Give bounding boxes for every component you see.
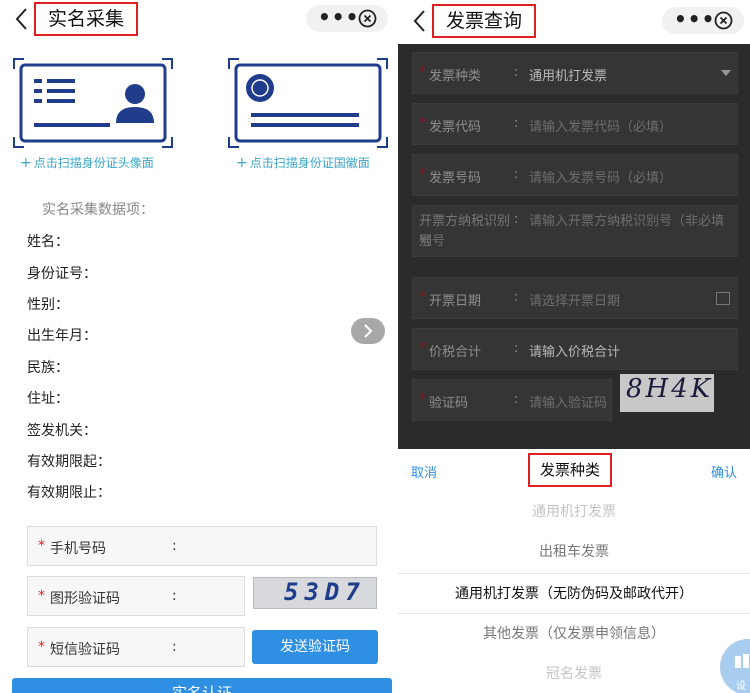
id-card-portrait-icon[interactable] bbox=[12, 57, 174, 149]
verify-submit-button[interactable]: 实名认证 bbox=[12, 678, 392, 693]
invoice-code-input[interactable]: * 发票代码 : 请输入发票代码（必填） bbox=[412, 103, 738, 145]
info-row: 身份证号： bbox=[27, 266, 97, 282]
seller-taxid-input[interactable]: 开票方纳税识别号 : 请输入开票方纳税识别号（非必填 别号 bbox=[412, 205, 738, 257]
picker-title: 发票种类 bbox=[528, 453, 613, 487]
info-row: 姓名： bbox=[27, 234, 69, 250]
nav-bar: 实名采集 ••• bbox=[0, 0, 398, 40]
invoice-type-picker: 取消 发票种类 确认 通用机打发票 出租车发票 通用机打发票（无防伪码及邮政代开… bbox=[398, 449, 750, 693]
captcha-field[interactable]: * 图形验证码 : bbox=[27, 576, 245, 616]
info-row: 住址： bbox=[27, 391, 69, 407]
id-card-emblem-icon[interactable] bbox=[227, 57, 389, 149]
chat-icon bbox=[735, 654, 749, 668]
mini-program-capsule: ••• bbox=[662, 7, 744, 34]
scan-id-back-link[interactable]: + 点击扫描身份证国徽面 bbox=[236, 154, 370, 171]
phone-field[interactable]: * 手机号码 : bbox=[27, 526, 377, 566]
picker-confirm-button[interactable]: 确认 bbox=[711, 462, 737, 481]
real-name-collection-screen: 实名采集 ••• + 点击扫描身份证头像面 + 点击扫描身份证国徽面 实名采集数… bbox=[0, 0, 398, 693]
calendar-icon bbox=[716, 292, 730, 305]
mini-program-capsule: ••• bbox=[306, 5, 388, 32]
scan-id-front-link[interactable]: + 点击扫描身份证头像面 bbox=[20, 154, 154, 171]
collection-data-title: 实名采集数据项： bbox=[42, 202, 154, 218]
picker-selection-line bbox=[398, 573, 750, 574]
info-row: 性别： bbox=[27, 297, 69, 313]
picker-option[interactable]: 其他发票（仅发票申领信息） bbox=[398, 623, 750, 643]
total-amount-input[interactable]: * 价税合计 : 请输入价税合计 bbox=[412, 328, 738, 370]
page-title: 发票查询 bbox=[432, 4, 537, 38]
picker-option-selected[interactable]: 通用机打发票（无防伪码及邮政代开） bbox=[398, 583, 750, 603]
picker-option[interactable]: 通用机打发票 bbox=[398, 501, 750, 521]
sms-code-field[interactable]: * 短信验证码 : bbox=[27, 627, 245, 667]
send-code-button[interactable]: 发送验证码 bbox=[252, 630, 378, 664]
verify-code-input[interactable]: * 验证码 : 请输入验证码 bbox=[412, 379, 612, 421]
more-icon[interactable]: ••• bbox=[318, 7, 359, 27]
picker-option[interactable]: 冠名发票 bbox=[398, 663, 750, 683]
back-arrow-icon[interactable] bbox=[12, 6, 32, 32]
page-title: 实名采集 bbox=[34, 2, 139, 36]
close-icon[interactable] bbox=[358, 9, 377, 28]
picker-option[interactable]: 出租车发票 bbox=[398, 541, 750, 561]
invoice-date-picker[interactable]: * 开票日期 : 请选择开票日期 bbox=[412, 277, 738, 319]
close-icon[interactable] bbox=[714, 11, 733, 30]
info-row: 出生年月： bbox=[27, 328, 97, 344]
invoice-number-input[interactable]: * 发票号码 : 请输入发票号码（必填） bbox=[412, 154, 738, 196]
info-row: 民族： bbox=[27, 360, 69, 376]
dropdown-caret-icon bbox=[721, 70, 731, 76]
invoice-type-select[interactable]: * 发票种类 : 通用机打发票 bbox=[412, 52, 738, 94]
invoice-query-screen: 发票查询 ••• * 发票种类 : 通用机打发票 * 发票代码 : 请输入发票代… bbox=[398, 0, 750, 693]
next-arrow-button[interactable] bbox=[351, 318, 385, 344]
more-icon[interactable]: ••• bbox=[674, 9, 715, 29]
picker-cancel-button[interactable]: 取消 bbox=[411, 462, 437, 481]
info-row: 有效期限止： bbox=[27, 485, 111, 501]
nav-bar: 发票查询 ••• bbox=[398, 0, 750, 44]
info-row: 有效期限起： bbox=[27, 454, 111, 470]
info-row: 签发机关： bbox=[27, 423, 97, 439]
verify-captcha-image[interactable]: 8H4K bbox=[620, 374, 714, 412]
chevron-right-icon bbox=[364, 324, 373, 338]
captcha-image[interactable]: 53D7 bbox=[253, 577, 377, 609]
picker-selection-line bbox=[398, 613, 750, 614]
